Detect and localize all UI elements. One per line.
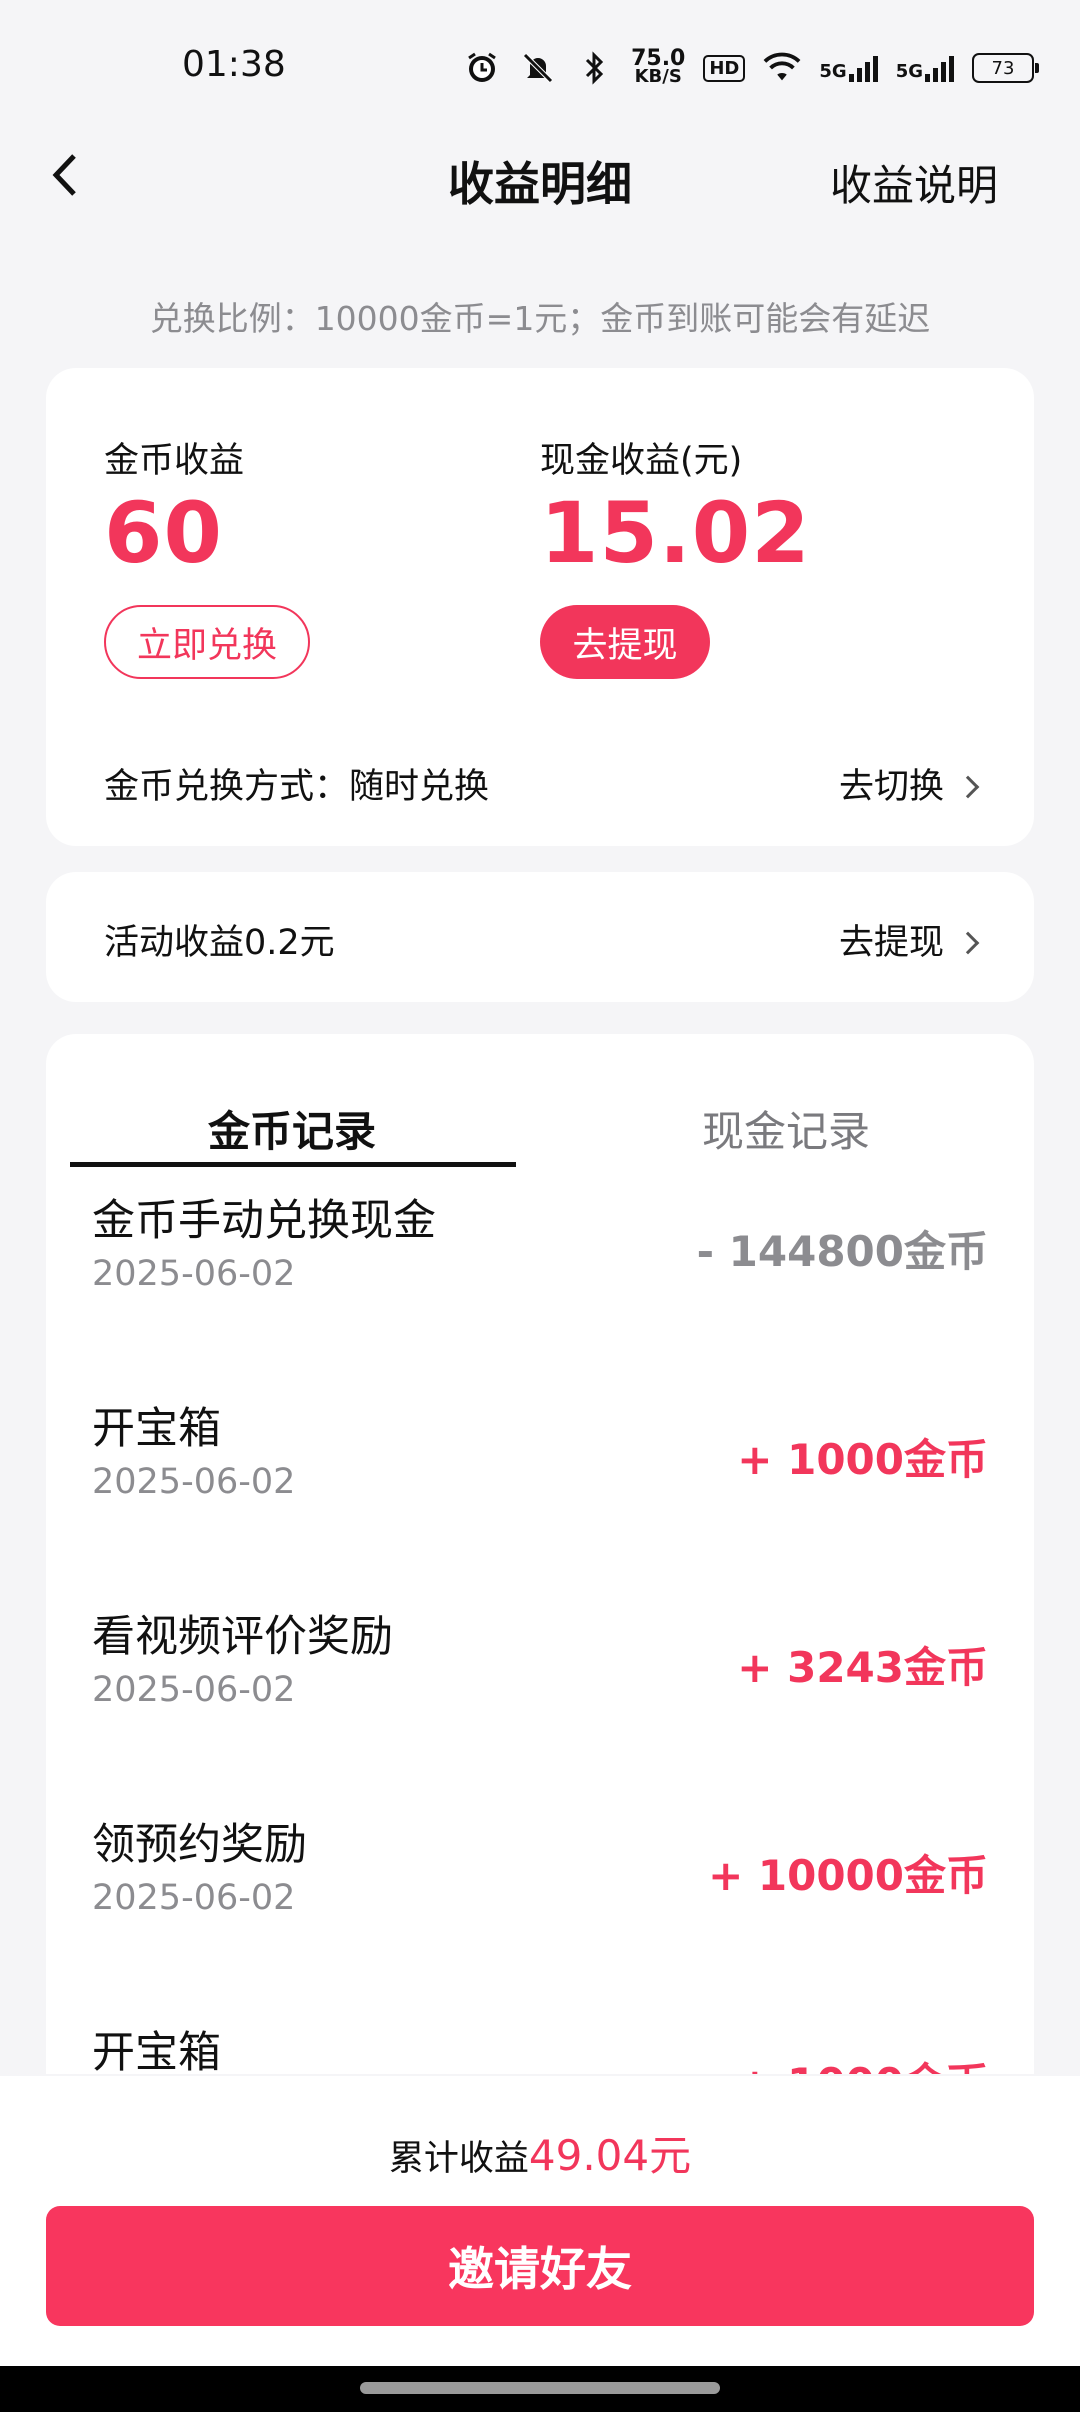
cash-earnings-value: 15.02: [540, 484, 811, 582]
record-title: 领预约奖励: [92, 1820, 307, 1870]
chevron-right-icon: [956, 931, 980, 955]
tab-coin-records[interactable]: 金币记录: [208, 1098, 376, 1159]
coin-earnings-label: 金币收益: [104, 441, 245, 481]
record-title: 开宝箱: [92, 1404, 221, 1454]
battery-icon: 73: [972, 53, 1039, 83]
record-amount: - 144800金币: [696, 1227, 988, 1276]
status-icons: 75.0 KB/S HD 5G 5G 73: [463, 46, 1039, 90]
record-amount: + 10000金币: [708, 1851, 988, 1900]
list-item: 领预约奖励 2025-06-02 + 10000金币: [92, 1810, 988, 1970]
record-title: 看视频评价奖励: [92, 1612, 393, 1662]
signal-icon-2: 5G: [896, 54, 954, 82]
coin-earnings-value: 60: [104, 484, 223, 582]
record-date: 2025-06-02: [92, 1878, 296, 1918]
nav-bar: 收益明细 收益说明: [0, 130, 1080, 220]
tab-cash-records[interactable]: 现金记录: [702, 1098, 870, 1159]
chevron-right-icon: [956, 775, 980, 799]
activity-withdraw-link[interactable]: 去提现: [839, 914, 980, 965]
cash-earnings-label: 现金收益(元): [540, 441, 743, 481]
list-item: 金币手动兑换现金 2025-06-02 - 144800金币: [92, 1186, 988, 1346]
activity-earnings-card: 活动收益0.2元 去提现: [46, 872, 1034, 1002]
invite-friends-button[interactable]: 邀请好友: [46, 2206, 1034, 2326]
total-earnings: 累计收益49.04元: [0, 2122, 1080, 2183]
activity-row: 活动收益0.2元 去提现: [104, 914, 980, 965]
records-tabs: 金币记录 现金记录: [46, 1064, 1034, 1174]
total-earnings-label: 累计收益: [388, 2139, 529, 2179]
record-amount: + 1000金币: [737, 2050, 988, 2074]
activity-earnings-label: 活动收益0.2元: [104, 923, 335, 963]
home-indicator[interactable]: [360, 2382, 720, 2394]
record-date: 2025-06-02: [92, 1254, 296, 1294]
exchange-ratio-note: 兑换比例：10000金币=1元；金币到账可能会有延迟: [149, 299, 931, 338]
exchange-mode-label: 金币兑换方式：随时兑换: [104, 767, 490, 807]
wifi-icon: [763, 49, 801, 87]
alarm-icon: [463, 49, 501, 87]
record-title: 金币手动兑换现金: [92, 1196, 436, 1246]
bluetooth-icon: [575, 49, 613, 87]
earnings-card: 金币收益 60 立即兑换 现金收益(元) 15.02 去提现 金币兑换方式：随时…: [46, 368, 1034, 846]
status-bar: 01:38 75.0 KB/S HD 5G 5G 73: [0, 0, 1080, 140]
list-item: 开宝箱 + 1000金币: [92, 2018, 988, 2074]
exchange-now-button[interactable]: 立即兑换: [104, 605, 310, 679]
record-amount: + 1000金币: [737, 1435, 988, 1484]
record-date: 2025-06-02: [92, 1670, 296, 1710]
signal-icon: 5G: [819, 54, 878, 82]
hd-badge: HD: [703, 54, 746, 82]
switch-mode-link[interactable]: 去切换: [839, 758, 980, 809]
record-title: 开宝箱: [92, 2028, 221, 2074]
coin-earnings: 金币收益 60 立即兑换: [104, 432, 310, 679]
withdraw-button[interactable]: 去提现: [540, 605, 710, 679]
network-speed: 75.0 KB/S: [631, 46, 686, 87]
exchange-mode-row: 金币兑换方式：随时兑换 去切换: [104, 758, 980, 809]
list-item: 看视频评价奖励 2025-06-02 + 3243金币: [92, 1602, 988, 1762]
earnings-info-link[interactable]: 收益说明: [830, 152, 998, 213]
list-item: 开宝箱 2025-06-02 + 1000金币: [92, 1394, 988, 1554]
records-card: 金币记录 现金记录 金币手动兑换现金 2025-06-02 - 144800金币…: [46, 1034, 1034, 2074]
active-tab-indicator: [70, 1162, 516, 1167]
mute-icon: [519, 49, 557, 87]
total-earnings-value: 49.04元: [528, 2131, 692, 2180]
cash-earnings: 现金收益(元) 15.02 去提现: [540, 432, 811, 679]
record-date: 2025-06-02: [92, 1462, 296, 1502]
status-time: 01:38: [182, 44, 286, 85]
bottom-panel: 累计收益49.04元 邀请好友: [0, 2076, 1080, 2366]
system-nav-bar: [0, 2366, 1080, 2412]
record-amount: + 3243金币: [737, 1643, 988, 1692]
